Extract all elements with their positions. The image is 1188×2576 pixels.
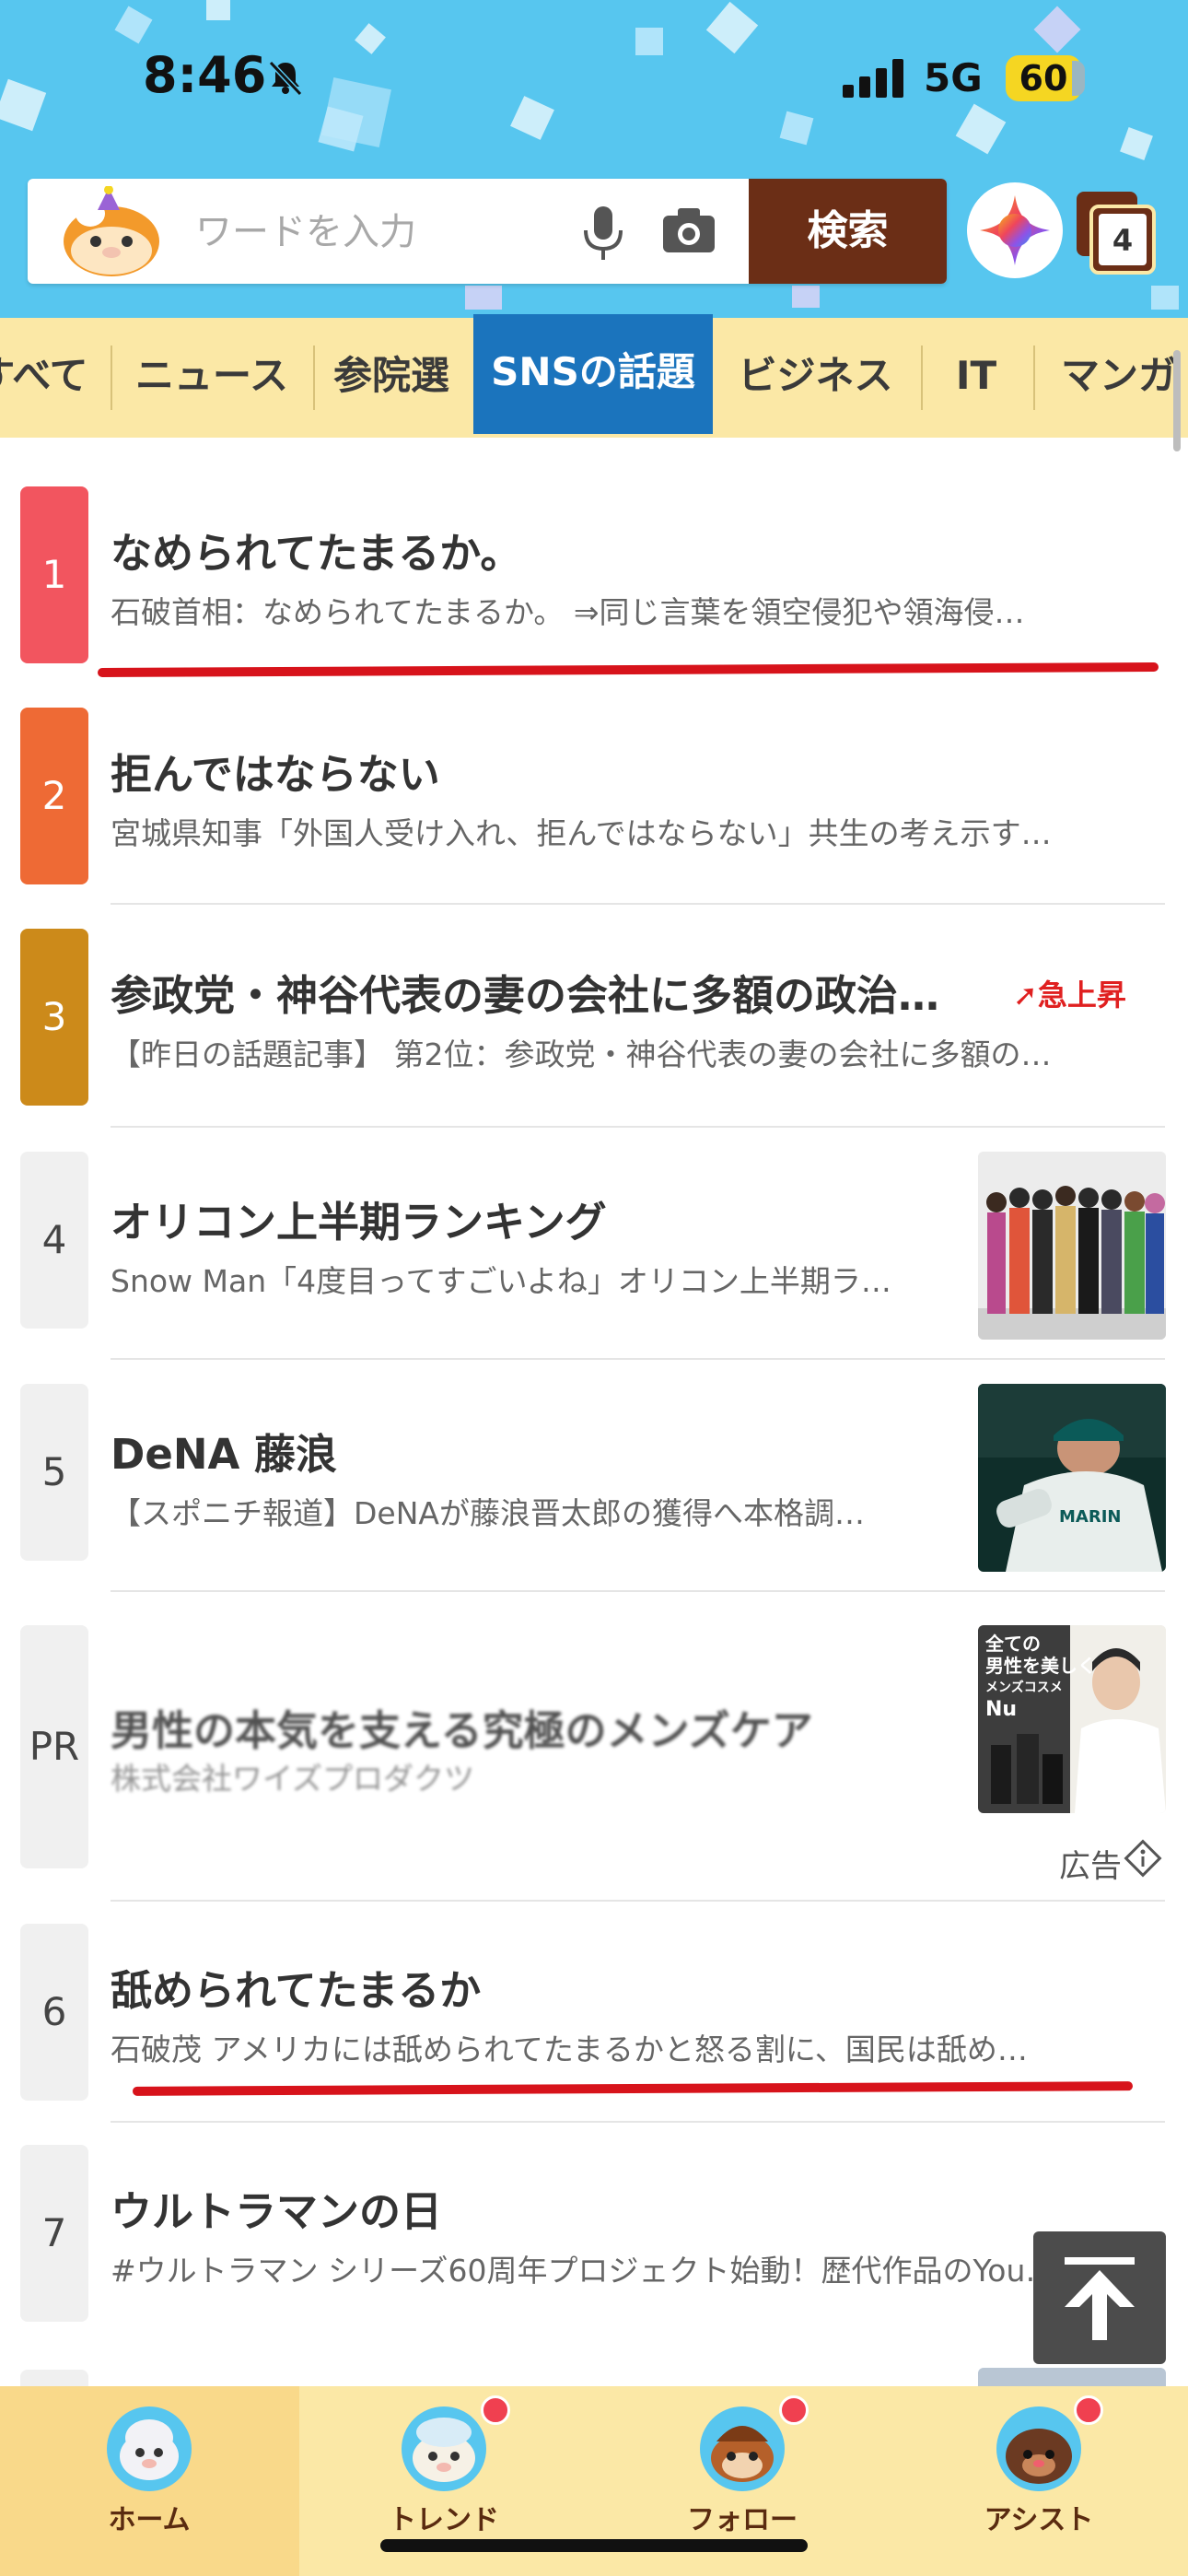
ai-assistant-button[interactable] [967,182,1063,278]
nav-follow-label: フォロー [687,2504,798,2536]
trend-item[interactable]: 6 舐められてたまるか 石破茂 アメリカには舐められてたまるかと怒る割に、国民は… [0,1924,1188,2108]
microphone-icon[interactable] [580,205,626,262]
arrow-up-icon: ➚ [1013,978,1038,1013]
ad-item[interactable]: PR 男性の本気を支える究極のメンズケア 株式会社ワイズプロダクツ 全ての 男性… [0,1625,1188,1868]
ad-info-icon[interactable] [1124,1839,1162,1878]
assist-mascot-icon [996,2406,1081,2491]
nav-follow[interactable]: フォロー [650,2405,834,2537]
row-divider [111,903,1165,905]
arrow-up-icon [1065,2257,1135,2340]
status-time: 8:46 [143,46,267,104]
trend-subtitle: #ウルトラマン シリーズ60周年プロジェクト始動！歴代作品のYou… [111,2253,1056,2289]
svg-text:MARIN: MARIN [1059,1507,1121,1527]
network-label: 5G [924,55,983,100]
tab-divider [1033,345,1035,410]
tab-divider [313,345,315,410]
search-button[interactable]: 検索 [749,179,947,284]
tab-upper-house-election[interactable]: 参院選 [318,318,465,438]
rank-badge: 6 [20,1924,88,2101]
trend-item[interactable]: 3 参政党・神谷代表の妻の会社に多額の政治… 【昨日の話題記事】 第2位：参政党… [0,929,1188,1113]
tab-news[interactable]: ニュース [115,318,309,438]
mascot-logo-icon[interactable] [53,186,169,278]
scroll-to-top-button[interactable] [1033,2231,1166,2364]
signal-icon [843,59,903,98]
ad-label: 広告 [1059,1848,1122,1885]
row-divider [111,1590,1165,1592]
app-header: 8:46 5G 60 ワードを入力 検索 4 [0,0,1188,318]
trend-subtitle: 【スポニチ報道】DeNAが藤浪晋太郎の獲得へ本格調… [111,1495,865,1531]
rising-badge: ➚急上昇 [1013,978,1126,1013]
follow-notification-dot [779,2395,809,2425]
row-divider [111,1900,1165,1902]
trend-item[interactable]: 4 オリコン上半期ランキング Snow Man「4度目ってすごいよね」オリコン上… [0,1152,1188,1345]
trend-notification-dot [481,2395,510,2425]
rank-badge: 4 [20,1152,88,1329]
battery-indicator: 60 [1006,55,1081,101]
nav-home-label: ホーム [108,2504,191,2536]
trend-subtitle: 石破茂 アメリカには舐められてたまるかと怒る割に、国民は舐め… [111,2032,1028,2067]
rank-badge: 3 [20,929,88,1106]
row-divider [111,1126,1165,1128]
trend-title: DeNA 藤浪 [111,1430,338,1479]
ad-advertiser: 株式会社ワイズプロダクツ [111,1761,475,1797]
search-bar: 検索 [28,179,947,284]
rank-badge: 7 [20,2145,88,2322]
scrollbar[interactable] [1173,350,1181,451]
trend-subtitle: 宮城県知事「外国人受け入れ、拒んではならない」共生の考え示す… [111,815,1052,851]
ad-title: 男性の本気を支える究極のメンズケア [111,1706,813,1755]
rank-badge: 2 [20,708,88,884]
tab-divider [111,345,112,410]
bell-muted-icon [268,60,303,96]
follow-mascot-icon [700,2406,785,2491]
nav-assist-label: アシスト [984,2504,1094,2536]
battery-tip [1072,61,1085,96]
rank-badge: 1 [20,486,88,663]
trend-title: 舐められてたまるか [111,1966,482,2015]
search-input[interactable] [193,199,584,265]
category-tabs: すべて ニュース 参院選 SNSの話題 ビジネス IT マンガ [0,314,1188,438]
rank-badge: 5 [20,1384,88,1561]
tab-divider [921,345,923,410]
tab-manga[interactable]: マンガ [1041,318,1188,438]
trend-title: ウルトラマンの日 [111,2187,443,2236]
trend-title: オリコン上半期ランキング [111,1198,607,1247]
group-photo-thumbnail [978,1152,1166,1340]
trend-title: 拒んではならない [111,750,440,799]
tab-count: 4 [1112,223,1134,258]
tab-sns-topics[interactable]: SNSの話題 [473,314,713,434]
sparkle-icon [980,195,1050,265]
trend-mascot-icon [402,2406,486,2491]
nav-assist[interactable]: アシスト [947,2405,1131,2537]
trend-title: なめられてたまるか。 [111,529,522,578]
trend-item[interactable]: 2 拒んではならない 宮城県知事「外国人受け入れ、拒んではならない」共生の考え示… [0,708,1188,892]
home-mascot-icon [107,2406,192,2491]
assist-notification-dot [1074,2395,1103,2425]
baseball-player-thumbnail: MARIN [978,1384,1166,1572]
tab-it[interactable]: IT [926,318,1027,438]
tab-business[interactable]: ビジネス [716,318,914,438]
nav-home[interactable]: ホーム [57,2405,241,2537]
ad-image-text: 全ての 男性を美しく メンズコスメ Nu [985,1633,1096,1721]
trend-item[interactable]: 7 ウルトラマンの日 #ウルトラマン シリーズ60周年プロジェクト始動！歴代作品… [0,2145,1188,2329]
tab-all[interactable]: すべて [0,318,101,438]
camera-icon[interactable] [661,206,716,254]
ad-image: 全ての 男性を美しく メンズコスメ Nu [978,1625,1166,1813]
row-divider [111,2121,1165,2123]
row-divider [111,1358,1165,1360]
nav-trend[interactable]: トレンド [352,2405,536,2537]
ad-rank-badge: PR [20,1625,88,1868]
trend-subtitle: Snow Man「4度目ってすごいよね」オリコン上半期ラ… [111,1263,891,1299]
trend-subtitle: 石破首相：なめられてたまるか。 ⇒同じ言葉を領空侵犯や領海侵… [111,594,1025,630]
trend-title: 参政党・神谷代表の妻の会社に多額の政治… [111,971,940,1020]
nav-trend-label: トレンド [389,2504,499,2536]
trend-item[interactable]: 1 なめられてたまるか。 石破首相：なめられてたまるか。 ⇒同じ言葉を領空侵犯や… [0,486,1188,671]
tabs-button[interactable]: 4 [1073,188,1158,276]
trend-item[interactable]: 5 DeNA 藤浪 【スポニチ報道】DeNAが藤浪晋太郎の獲得へ本格調… MAR… [0,1384,1188,1577]
home-indicator [380,2539,808,2552]
trend-subtitle: 【昨日の話題記事】 第2位：参政党・神谷代表の妻の会社に多額の… [111,1036,1052,1072]
